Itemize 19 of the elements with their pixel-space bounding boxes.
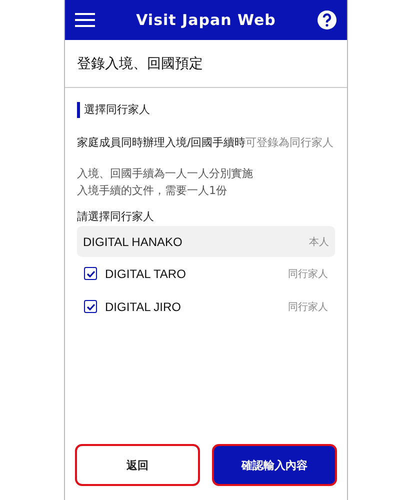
checkbox[interactable] — [84, 267, 97, 280]
checkbox[interactable] — [84, 300, 97, 313]
note-text: 入境、回國手續為一人一人分別實施 — [77, 166, 254, 182]
member-name: DIGITAL HANAKO — [83, 234, 184, 248]
member-name: DIGITAL TARO — [105, 266, 187, 280]
app-title: Visit Japan Web — [136, 11, 276, 29]
member-role: 同行家人 — [288, 268, 328, 280]
menu-icon[interactable] — [75, 12, 95, 28]
help-icon[interactable] — [317, 10, 337, 30]
section-title: 選擇同行家人 — [77, 102, 335, 118]
description-text: 家庭成員同時辦理入境/回國手續時可登錄為同行家人 — [77, 135, 335, 151]
back-button[interactable]: 返回 — [75, 444, 200, 486]
page-title: 登錄入境、回國預定 — [65, 40, 347, 88]
member-role: 同行家人 — [288, 300, 328, 314]
confirm-button[interactable]: 確認輸入內容 — [212, 444, 337, 486]
note-text: 入境手續的文件，需要一人1份 — [77, 183, 228, 199]
member-name: DIGITAL JIRO — [105, 300, 182, 314]
select-label: 請選擇同行家人 — [77, 209, 155, 224]
member-role: 本人 — [309, 236, 329, 248]
